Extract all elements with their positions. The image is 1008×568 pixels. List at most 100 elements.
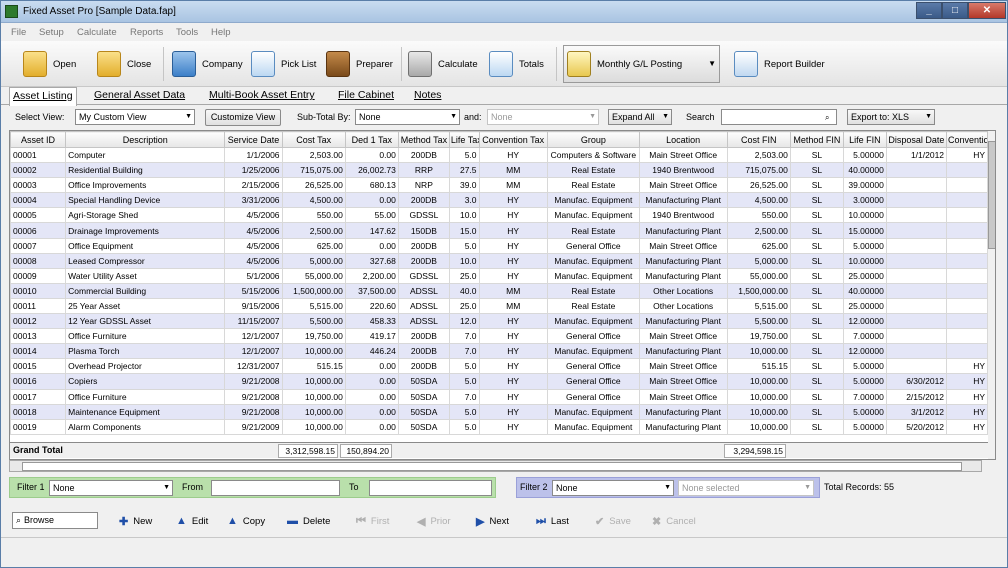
column-header[interactable]: Cost Tax bbox=[281, 131, 346, 148]
maximize-button[interactable]: □ bbox=[942, 2, 968, 19]
table-row[interactable]: 00003 Office Improvements 2/15/2006 26,525.… bbox=[10, 177, 988, 194]
copy-button[interactable]: ▲ Copy bbox=[227, 513, 265, 529]
search-icon[interactable]: ⌕ bbox=[825, 113, 829, 123]
column-header[interactable]: Life FIN bbox=[842, 131, 887, 148]
picklist-button[interactable]: Pick List bbox=[251, 45, 316, 83]
search-input[interactable] bbox=[721, 109, 837, 125]
column-header[interactable]: Method FIN bbox=[789, 131, 844, 148]
table-cell: Plasma Torch bbox=[65, 343, 226, 360]
filter1-to-input[interactable] bbox=[369, 480, 492, 496]
menu-calculate[interactable]: Calculate bbox=[77, 27, 117, 38]
expand-all-dropdown[interactable]: Expand All ▼ bbox=[608, 109, 672, 125]
table-row[interactable]: 00016 Copiers 9/21/2008 10,000.00 0.00 50SDA 5… bbox=[10, 373, 988, 390]
subtotal-dropdown[interactable]: None ▼ bbox=[355, 109, 460, 125]
report-builder-button[interactable]: Report Builder bbox=[734, 45, 825, 83]
filter1-from-input[interactable] bbox=[211, 480, 340, 496]
menu-setup[interactable]: Setup bbox=[39, 27, 64, 38]
table-cell: 1/1/2006 bbox=[224, 146, 283, 164]
close-window-button[interactable]: ✕ bbox=[968, 2, 1006, 19]
table-row[interactable]: 00009 Water Utility Asset 5/1/2006 55,000.0… bbox=[10, 267, 988, 284]
table-row[interactable]: 00019 Alarm Components 9/21/2009 10,000.00 0… bbox=[10, 418, 988, 435]
table-row[interactable]: 00013 Office Furniture 12/1/2007 19,750.00 4… bbox=[10, 328, 988, 345]
tab-asset-listing[interactable]: Asset Listing bbox=[9, 87, 77, 106]
column-header[interactable]: Group bbox=[546, 131, 640, 148]
column-header[interactable]: Asset ID bbox=[10, 131, 67, 148]
monthly-gl-posting-button[interactable]: Monthly G/L Posting ▼ bbox=[563, 45, 720, 83]
vertical-scrollbar[interactable] bbox=[988, 131, 995, 459]
close-button[interactable]: Close bbox=[97, 45, 151, 83]
column-header[interactable]: Ded 1 Tax bbox=[344, 131, 399, 148]
export-dropdown[interactable]: Export to: XLS ▼ bbox=[847, 109, 935, 125]
select-view-dropdown[interactable]: My Custom View ▼ bbox=[75, 109, 195, 125]
browse-mode-field[interactable]: ⌕ Browse bbox=[12, 512, 98, 529]
table-row[interactable]: 00014 Plasma Torch 12/1/2007 10,000.00 446.2… bbox=[10, 343, 988, 360]
customize-view-button[interactable]: Customize View bbox=[205, 109, 281, 126]
title-bar: Fixed Asset Pro [Sample Data.fap] _ □ ✕ bbox=[1, 1, 1007, 23]
table-cell: Residential Building bbox=[65, 162, 226, 179]
column-header[interactable]: Description bbox=[65, 131, 226, 148]
table-row[interactable]: 00007 Office Equipment 4/5/2006 625.00 0.00 2… bbox=[10, 237, 988, 254]
table-cell: 3.0 bbox=[448, 192, 480, 209]
table-cell: 458.33 bbox=[344, 313, 399, 330]
horizontal-scroll-thumb[interactable] bbox=[22, 462, 962, 471]
totals-button[interactable]: Totals bbox=[489, 45, 544, 83]
filter1-dropdown[interactable]: None ▼ bbox=[49, 480, 173, 496]
and-dropdown[interactable]: None ▼ bbox=[487, 109, 599, 125]
filter2-selection-dropdown[interactable]: None selected ▼ bbox=[678, 480, 814, 496]
save-button[interactable]: ✔ Save bbox=[595, 513, 631, 529]
vertical-scroll-thumb[interactable] bbox=[988, 141, 995, 249]
tab-notes[interactable]: Notes bbox=[411, 89, 444, 105]
column-header[interactable]: Conventio bbox=[946, 131, 988, 148]
first-button[interactable]: ⏮ First bbox=[356, 513, 389, 529]
table-cell: Manufacturing Plant bbox=[638, 418, 728, 435]
column-header[interactable]: Method Tax bbox=[397, 131, 450, 148]
open-button[interactable]: Open bbox=[23, 45, 76, 83]
column-header[interactable]: Service Date bbox=[224, 131, 283, 148]
table-cell: Leased Compressor bbox=[65, 252, 226, 269]
calculate-button[interactable]: Calculate bbox=[408, 45, 478, 83]
tab-multi-book-asset-entry[interactable]: Multi-Book Asset Entry bbox=[206, 89, 318, 105]
menu-file[interactable]: File bbox=[11, 27, 26, 38]
table-row[interactable]: 00005 Agri-Storage Shed 4/5/2006 550.00 55.0… bbox=[10, 207, 988, 224]
tab-general-asset-data[interactable]: General Asset Data bbox=[91, 89, 188, 105]
horizontal-scrollbar[interactable] bbox=[9, 460, 982, 472]
last-button[interactable]: ⏭ Last bbox=[536, 513, 569, 529]
minimize-button[interactable]: _ bbox=[916, 2, 942, 19]
column-header[interactable]: Disposal Date bbox=[885, 131, 948, 148]
edit-button[interactable]: ▲ Edit bbox=[176, 513, 208, 529]
table-row[interactable]: 00002 Residential Building 1/25/2006 715,07… bbox=[10, 162, 988, 179]
table-row[interactable]: 00004 Special Handling Device 3/31/2006 4,5… bbox=[10, 192, 988, 209]
cancel-button[interactable]: ✖ Cancel bbox=[652, 513, 696, 529]
table-row[interactable]: 00006 Drainage Improvements 4/5/2006 2,500.… bbox=[10, 222, 988, 239]
column-header[interactable]: Convention Tax bbox=[478, 131, 548, 148]
menu-help[interactable]: Help bbox=[211, 27, 231, 38]
dropdown-arrow-icon[interactable]: ▼ bbox=[708, 59, 716, 68]
delete-button[interactable]: ▬ Delete bbox=[287, 513, 330, 529]
table-row[interactable]: 00018 Maintenance Equipment 9/21/2008 10,00… bbox=[10, 403, 988, 420]
chevron-down-icon: ▼ bbox=[450, 113, 457, 120]
column-header[interactable]: Location bbox=[638, 131, 728, 148]
table-row[interactable]: 00001 Computer 1/1/2006 2,503.00 0.00 200DB 5.… bbox=[10, 146, 988, 164]
table-cell: 1/1/2012 bbox=[885, 146, 948, 164]
table-row[interactable]: 00012 12 Year GDSSL Asset 11/15/2007 5,500.… bbox=[10, 313, 988, 330]
prior-button[interactable]: ◀ Prior bbox=[417, 513, 451, 529]
table-cell: 5,500.00 bbox=[726, 313, 791, 330]
table-row[interactable]: 00017 Office Furniture 9/21/2008 10,000.00 0… bbox=[10, 388, 988, 405]
table-row[interactable]: 00011 25 Year Asset 9/15/2006 5,515.00 220.6… bbox=[10, 297, 988, 315]
next-button[interactable]: ▶ Next bbox=[476, 513, 509, 529]
table-row[interactable]: 00015 Overhead Projector 12/31/2007 515.15 0… bbox=[10, 358, 988, 375]
filter2-dropdown[interactable]: None ▼ bbox=[552, 480, 674, 496]
new-button[interactable]: ✚ New bbox=[119, 513, 152, 529]
table-cell: 00006 bbox=[10, 222, 67, 239]
preparer-button[interactable]: Preparer bbox=[326, 45, 393, 83]
company-button[interactable]: Company bbox=[172, 45, 243, 83]
column-header[interactable]: Life Tax bbox=[448, 131, 480, 148]
table-row[interactable]: 00010 Commercial Building 5/15/2006 1,500,0… bbox=[10, 282, 988, 299]
tab-file-cabinet[interactable]: File Cabinet bbox=[335, 89, 397, 105]
menu-tools[interactable]: Tools bbox=[176, 27, 198, 38]
menu-reports[interactable]: Reports bbox=[130, 27, 163, 38]
table-row[interactable]: 00008 Leased Compressor 4/5/2006 5,000.00 32… bbox=[10, 252, 988, 269]
table-cell bbox=[885, 313, 948, 330]
column-header[interactable]: Cost FIN bbox=[726, 131, 791, 148]
table-cell: Real Estate bbox=[546, 162, 640, 179]
